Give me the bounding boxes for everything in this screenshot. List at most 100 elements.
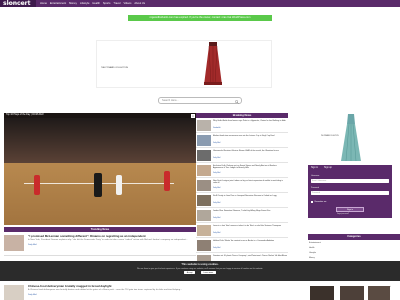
breaking-thumbnail[interactable] xyxy=(197,180,211,191)
breaking-thumbnail[interactable] xyxy=(197,150,211,161)
nav-item-health[interactable]: Health xyxy=(92,2,100,5)
portrait-thumbnail[interactable] xyxy=(340,286,364,300)
portrait-thumbnail[interactable] xyxy=(310,286,334,300)
trending-title[interactable]: “I promised McLennan something different… xyxy=(28,234,196,238)
search-input[interactable]: Search Here... xyxy=(158,97,242,104)
breaking-headline[interactable]: Glassworks Ukrainian Ukraine Nissan LEAF… xyxy=(213,150,287,152)
password-field[interactable]: Password xyxy=(311,191,389,195)
main-nav: Home Entertainment Money Lifestyle Healt… xyxy=(36,2,145,5)
video-player[interactable]: Top 10 Plays of the Day | 03.08.2022 × xyxy=(4,113,196,225)
breaking-source[interactable]: Daily Mail xyxy=(213,187,220,189)
breaking-news-item[interactable]: Holland Cole 'Martin' the contest turns … xyxy=(196,238,288,253)
trending-summary: In New York, President Dinamo explains w… xyxy=(28,239,188,241)
video-crowd xyxy=(4,118,196,163)
remember-me-checkbox[interactable]: Remember me xyxy=(311,201,326,203)
breaking-headline[interactable]: Donates out 10 plants 'Dance Company', s… xyxy=(213,255,287,257)
category-item[interactable]: Health xyxy=(309,247,314,249)
ad-brand: THE PYRAMID COLLECTION xyxy=(101,67,129,69)
expired-domain-banner[interactable]: rogeredfordurdc.com has expired. If you'… xyxy=(128,15,272,21)
breaking-headline[interactable]: Elmbert leads two uncommon runs win the … xyxy=(213,135,287,137)
breaking-thumbnail[interactable] xyxy=(197,225,211,236)
breaking-source[interactable]: Daily Mail xyxy=(213,232,220,234)
breaking-thumbnail[interactable] xyxy=(197,120,211,131)
password-label: Password xyxy=(311,187,319,189)
category-item[interactable]: Entertainment xyxy=(309,242,321,244)
breaking-thumbnail[interactable] xyxy=(197,240,211,251)
trending-source[interactable]: Daily Mail xyxy=(28,244,37,246)
player-figure xyxy=(116,175,122,195)
close-icon[interactable]: × xyxy=(191,113,195,118)
breaking-news-item[interactable]: Glassworks Ukrainian Ukraine Nissan LEAF… xyxy=(196,148,288,163)
breaking-source[interactable]: Daily Mail xyxy=(213,202,220,204)
logo-tagline: CELEBRITY NEWS & GOSSIP xyxy=(4,4,25,5)
breaking-news-item[interactable]: Why Gatlin Berlin from former says Putin… xyxy=(196,118,288,133)
breaking-news-item[interactable]: Elmbert leads two uncommon runs win the … xyxy=(196,133,288,148)
category-item[interactable]: Money xyxy=(309,257,315,259)
breaking-headline[interactable]: Stuff Charity in Lime Run vs Liverpool-N… xyxy=(213,195,287,197)
cookie-consent-bar: This website is using cookies. We use th… xyxy=(0,261,400,281)
nav-item-home[interactable]: Home xyxy=(40,2,47,5)
top-ad-skirt[interactable]: THE PYRAMID COLLECTION xyxy=(96,40,272,88)
nav-item-travel[interactable]: Travel xyxy=(113,2,120,5)
breaking-news-item[interactable]: Jordan Shar Fiorentina Florence, Turkish… xyxy=(196,208,288,223)
video-caption: Top 10 Plays of the Day | 03.08.2022 xyxy=(4,113,196,118)
forgot-password-link[interactable]: Forgot password? xyxy=(337,214,349,215)
breaking-news-item[interactable]: Stuff Charity in Lime Run vs Liverpool-N… xyxy=(196,193,288,208)
trending-title[interactable]: Chinese-food deliveryman brutally mugged… xyxy=(28,284,196,288)
nav-item-videos[interactable]: Videos xyxy=(124,2,132,5)
player-figure xyxy=(94,173,102,197)
breaking-headline[interactable]: New Scott Lanigan joins Labour as big as… xyxy=(213,180,287,185)
nav-item-entertainment[interactable]: Entertainment xyxy=(50,2,66,5)
breaking-thumbnail[interactable] xyxy=(197,165,211,176)
search-placeholder: Search Here... xyxy=(162,99,179,102)
breaking-source[interactable]: Vanderbilt xyxy=(213,127,220,129)
portrait-thumbnail[interactable] xyxy=(368,286,390,300)
breaking-news-item[interactable]: New Scott Lanigan joins Labour as big as… xyxy=(196,178,288,193)
breaking-source[interactable]: Daily Mail xyxy=(213,247,220,249)
player-figure xyxy=(164,171,170,191)
remember-me-label: Remember me xyxy=(314,201,327,203)
cookie-learn-more-button[interactable]: Learn more xyxy=(201,271,216,275)
nav-item-about[interactable]: About Us xyxy=(134,2,145,5)
nav-item-sports[interactable]: Sports xyxy=(103,2,111,5)
tab-sign-in[interactable]: Sign in xyxy=(311,167,318,169)
username-field[interactable]: Email / Username xyxy=(311,179,389,183)
breaking-thumbnail[interactable] xyxy=(197,135,211,146)
cookie-accept-button[interactable]: Accept xyxy=(184,271,196,275)
breaking-source[interactable]: Daily Mail xyxy=(213,157,220,159)
player-figure xyxy=(34,175,40,195)
username-label: Username xyxy=(311,175,320,177)
breaking-source[interactable]: Daily Mail xyxy=(213,172,220,174)
breaking-news-item[interactable]: Exclusive Kelly Clarkson put on Sweet St… xyxy=(196,163,288,178)
breaking-headline[interactable]: Holland Cole 'Martin' the contest turns … xyxy=(213,240,287,242)
trending-item[interactable]: “I promised McLennan something different… xyxy=(4,234,196,256)
breaking-thumbnail[interactable] xyxy=(197,210,211,221)
skirt-image xyxy=(204,42,222,86)
breaking-thumbnail[interactable] xyxy=(197,195,211,206)
breaking-news-item[interactable]: Lavra in a hair Tate Lawrence takes it t… xyxy=(196,223,288,238)
chevron-right-icon[interactable]: › xyxy=(390,284,394,288)
trending-thumbnail[interactable] xyxy=(4,235,24,251)
breaking-headline[interactable]: Why Gatlin Berlin from former says Putin… xyxy=(213,120,287,122)
breaking-headline[interactable]: Lavra in a hair Tate Lawrence takes it t… xyxy=(213,225,287,227)
dress-image xyxy=(341,114,361,162)
breaking-headline[interactable]: Exclusive Kelly Clarkson put on Sweet St… xyxy=(213,165,287,170)
checkbox-box[interactable] xyxy=(311,201,313,203)
sign-in-button[interactable]: Sign in xyxy=(336,207,364,212)
trending-item[interactable]: Chinese-food deliveryman brutally mugged… xyxy=(4,284,196,300)
tab-sign-up[interactable]: Sign up xyxy=(324,167,332,169)
breaking-headline[interactable]: Jordan Shar Fiorentina Florence, Turkish… xyxy=(213,210,287,212)
trending-source[interactable]: Daily Mail xyxy=(28,294,37,296)
breaking-source[interactable]: Daily Mail xyxy=(213,217,220,219)
search-icon[interactable] xyxy=(235,99,239,104)
breaking-source[interactable]: Daily Mail xyxy=(213,142,220,144)
categories-header: Categories xyxy=(308,234,400,240)
site-logo[interactable]: sloncert CELEBRITY NEWS & GOSSIP xyxy=(0,0,36,7)
right-ad-dress[interactable]: THE PYRAMID COLLECTION xyxy=(320,112,372,164)
nav-item-lifestyle[interactable]: Lifestyle xyxy=(80,2,90,5)
login-widget: Sign in Sign up Username Email / Usernam… xyxy=(308,165,392,218)
category-item[interactable]: Lifestyle xyxy=(309,252,316,254)
trending-thumbnail[interactable] xyxy=(4,285,24,300)
top-navigation-bar: sloncert CELEBRITY NEWS & GOSSIP Home En… xyxy=(0,0,400,7)
nav-item-money[interactable]: Money xyxy=(69,2,77,5)
